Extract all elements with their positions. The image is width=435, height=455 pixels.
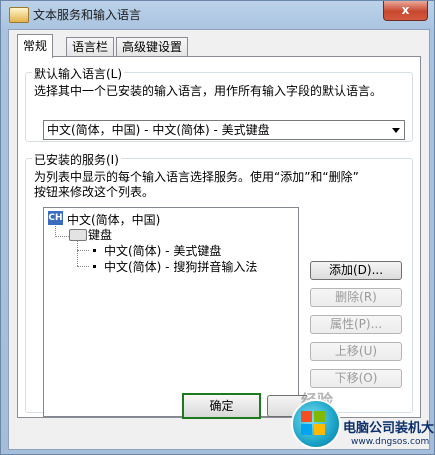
remove-button[interactable]: 删除(R)	[310, 288, 402, 307]
window-title: 文本服务和输入语言	[33, 8, 142, 22]
tree-connector	[77, 266, 89, 267]
move-up-button[interactable]: 上移(U)	[310, 342, 402, 361]
app-icon	[9, 7, 29, 23]
installed-services-tree[interactable]: CH 中文(简体，中国) 键盘 中文(简体) - 美式键盘 中文(简体) - 搜…	[43, 207, 299, 417]
title-bar[interactable]: 文本服务和输入语言 x	[1, 1, 434, 27]
bullet-icon	[93, 265, 96, 268]
dialog-window: 文本服务和输入语言 x 常规 语言栏 高级键设置 默认输入语言(L) 选择其中一…	[0, 0, 435, 455]
language-badge-icon: CH	[48, 211, 63, 225]
tab-language-bar[interactable]: 语言栏	[66, 37, 115, 57]
watermark-title: 电脑公司装机大师	[343, 421, 435, 436]
default-language-select[interactable]: 中文(简体，中国) - 中文(简体) - 美式键盘	[43, 120, 405, 140]
tree-connector	[77, 250, 89, 251]
bullet-icon	[93, 249, 96, 252]
tree-item-sogou-pinyin[interactable]: 中文(简体) - 搜狗拼音输入法	[104, 258, 257, 275]
tree-item-us-keyboard[interactable]: 中文(简体) - 美式键盘	[104, 242, 221, 259]
properties-button[interactable]: 属性(P)...	[310, 315, 402, 334]
installed-services-description-line2: 按钮来修改这个列表。	[34, 185, 155, 199]
installed-services-label: 已安装的服务(I)	[32, 151, 121, 168]
tree-language-node[interactable]: 中文(简体，中国)	[67, 211, 160, 228]
tree-connector	[55, 236, 69, 237]
close-button[interactable]: x	[383, 1, 428, 21]
chevron-down-icon[interactable]	[392, 128, 400, 133]
tree-keyboard-node[interactable]: 键盘	[88, 226, 112, 243]
default-language-select-value: 中文(简体，中国) - 中文(简体) - 美式键盘	[47, 123, 270, 137]
ok-button[interactable]: 确定	[182, 393, 261, 419]
watermark-url: www.dngsos.com	[351, 437, 430, 447]
windows-logo-icon	[301, 411, 325, 435]
keyboard-icon	[69, 229, 87, 241]
add-button[interactable]: 添加(D)...	[310, 261, 402, 280]
dialog-client-area: 常规 语言栏 高级键设置 默认输入语言(L) 选择其中一个已安装的输入语言，用作…	[8, 29, 430, 450]
installed-services-description-line1: 为列表中显示的每个输入语言选择服务。使用“添加”和“删除”	[34, 170, 359, 184]
default-language-description: 选择其中一个已安装的输入语言，用作所有输入字段的默认语言。	[34, 84, 383, 98]
move-down-button[interactable]: 下移(O)	[310, 369, 402, 388]
default-language-label: 默认输入语言(L)	[32, 65, 125, 82]
tab-advanced-key-settings[interactable]: 高级键设置	[116, 37, 189, 57]
tree-connector	[77, 241, 78, 266]
tab-general[interactable]: 常规	[17, 34, 54, 58]
